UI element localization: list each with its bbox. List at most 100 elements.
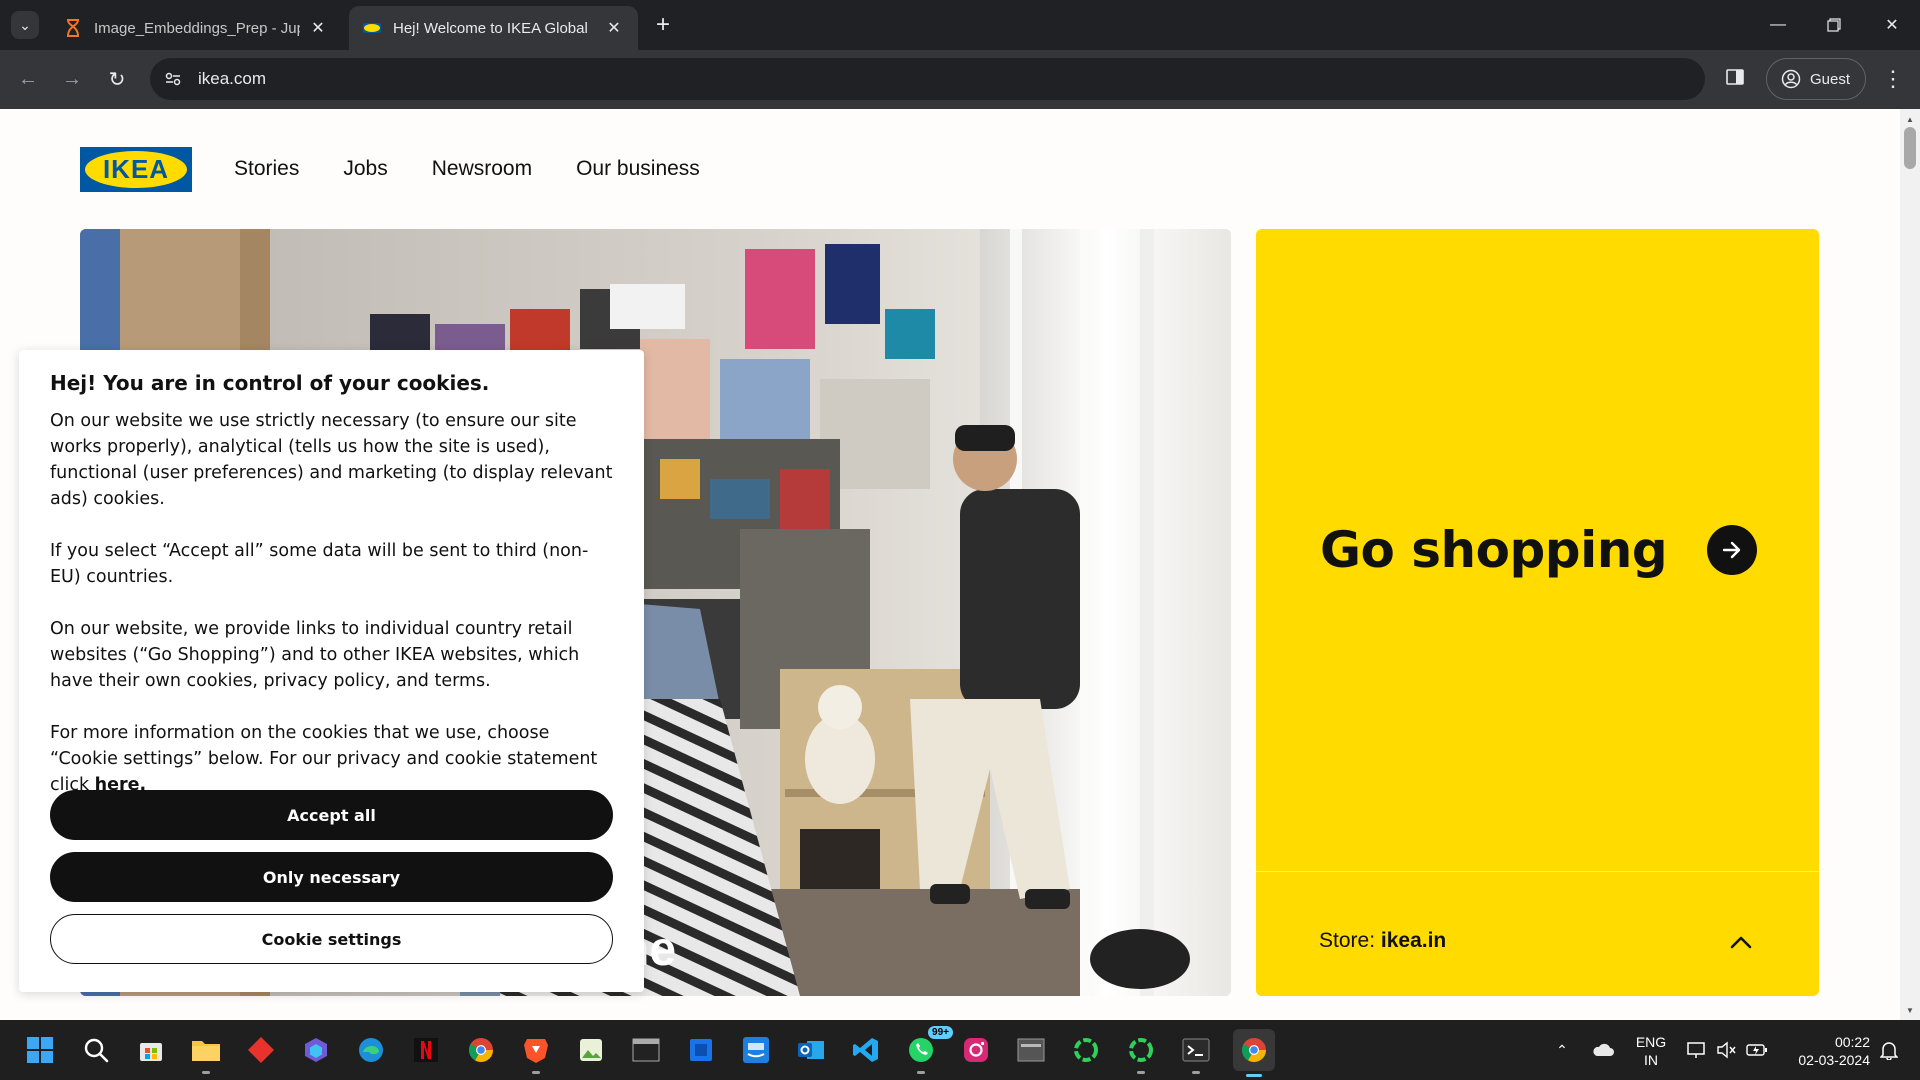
scroll-up-icon[interactable]: ▲ (1900, 111, 1920, 127)
loading-ring-icon (1129, 1038, 1153, 1062)
scroll-down-icon[interactable]: ▼ (1900, 1002, 1920, 1018)
nav-link-jobs[interactable]: Jobs (343, 157, 387, 181)
hourglass-icon (64, 19, 82, 37)
start-button[interactable] (22, 1032, 58, 1068)
taskbar-file-explorer[interactable] (188, 1032, 224, 1074)
minimize-icon: — (1770, 16, 1786, 33)
new-tab-button[interactable]: + (650, 11, 676, 38)
taskbar-spinner-app-2[interactable] (1123, 1032, 1159, 1074)
prime-video-icon (743, 1037, 769, 1063)
ikea-logo[interactable]: IKEA (80, 147, 192, 192)
outlook-icon (798, 1041, 824, 1059)
forward-button[interactable]: → (56, 63, 88, 95)
cookie-heading: Hej! You are in control of your cookies. (50, 371, 490, 395)
go-shopping-arrow-button[interactable] (1707, 525, 1757, 575)
running-indicator (1192, 1071, 1200, 1074)
taskbar-store[interactable] (133, 1032, 169, 1068)
tab-search-button[interactable]: ⌄ (11, 11, 39, 39)
battery-charging-icon (1746, 1044, 1767, 1056)
taskbar-terminal[interactable] (1178, 1032, 1214, 1074)
battery-tray[interactable] (1744, 1020, 1770, 1080)
site-info-icon[interactable] (158, 64, 188, 94)
minimize-button[interactable]: — (1750, 0, 1806, 50)
taskbar-whatsapp[interactable]: 99+ (903, 1026, 953, 1074)
taskbar-brave[interactable] (518, 1032, 554, 1074)
tab-jupyter[interactable]: Image_Embeddings_Prep - Jupy ✕ (50, 6, 342, 50)
tab-ikea[interactable]: Hej! Welcome to IKEA Global ✕ (349, 6, 638, 50)
taskbar-instagram[interactable] (958, 1032, 994, 1068)
notifications-button[interactable] (1876, 1020, 1902, 1080)
cookie-paragraph-3: On our website, we provide links to indi… (50, 619, 580, 691)
taskbar-edge[interactable] (353, 1032, 389, 1068)
network-tray[interactable] (1684, 1020, 1710, 1080)
taskbar-app-blue[interactable] (683, 1032, 719, 1068)
store-value: ikea.in (1380, 929, 1447, 952)
copilot-icon (305, 1038, 327, 1062)
taskbar-vscode[interactable] (848, 1032, 884, 1068)
only-necessary-button[interactable]: Only necessary (50, 852, 613, 902)
side-panel-button[interactable] (1725, 67, 1747, 89)
arrow-right-icon (1722, 541, 1741, 559)
instagram-icon (964, 1038, 988, 1062)
profile-button[interactable]: Guest (1766, 58, 1866, 100)
taskbar-prime-video[interactable] (738, 1032, 774, 1068)
clock-time: 00:22 (1834, 1034, 1870, 1050)
running-indicator (202, 1071, 210, 1074)
taskbar-chrome-active[interactable] (1233, 1029, 1275, 1077)
profile-label: Guest (1810, 70, 1851, 88)
terminal-icon (1182, 1038, 1210, 1062)
netflix-icon (414, 1038, 438, 1062)
folder-icon (192, 1041, 220, 1061)
taskbar-app-red[interactable] (243, 1032, 279, 1068)
address-bar[interactable]: ikea.com (150, 58, 1705, 100)
whatsapp-icon (909, 1038, 933, 1062)
onedrive-tray[interactable] (1588, 1020, 1618, 1080)
search-button[interactable] (78, 1032, 114, 1068)
arrow-left-icon: ← (18, 67, 38, 90)
close-window-button[interactable]: ✕ (1864, 0, 1920, 50)
url-text: ikea.com (198, 69, 267, 88)
taskbar-chrome[interactable] (463, 1032, 499, 1068)
web-page: IKEA Stories Jobs Newsroom Our business (0, 109, 1900, 1020)
taskbar-image-app[interactable] (573, 1032, 609, 1068)
taskbar-copilot[interactable] (298, 1032, 334, 1068)
store-selector[interactable]: Store: ikea.in (1319, 929, 1446, 953)
reload-button[interactable]: ↻ (101, 63, 133, 95)
taskbar-outlook[interactable] (793, 1032, 829, 1068)
running-indicator (532, 1071, 540, 1074)
taskbar-netflix[interactable] (408, 1032, 444, 1068)
search-icon (84, 1038, 109, 1063)
input-language-indicator[interactable]: ENG IN (1632, 1033, 1670, 1069)
volume-tray[interactable] (1714, 1020, 1738, 1080)
nav-link-stories[interactable]: Stories (234, 157, 299, 181)
nav-link-newsroom[interactable]: Newsroom (432, 157, 532, 181)
cookie-settings-button[interactable]: Cookie settings (50, 914, 613, 964)
scrollbar-thumb[interactable] (1904, 127, 1916, 169)
cookie-paragraph-2: If you select “Accept all” some data wil… (50, 541, 589, 587)
store-label: Store: (1319, 929, 1376, 952)
system-clock[interactable]: 00:22 02-03-2024 (1780, 1033, 1870, 1069)
restore-button[interactable] (1806, 0, 1862, 50)
close-tab-icon[interactable]: ✕ (308, 18, 328, 38)
cookie-paragraph-1: On our website we use strictly necessary… (50, 411, 613, 509)
taskbar-spinner-app-1[interactable] (1068, 1032, 1104, 1068)
browser-menu-button[interactable]: ⋮ (1880, 64, 1906, 94)
show-hidden-icons-button[interactable]: ⌃ (1550, 1020, 1574, 1080)
go-shopping-title: Go shopping (1320, 521, 1668, 579)
go-shopping-card[interactable]: Go shopping Store: ikea.in (1256, 229, 1819, 996)
close-tab-icon[interactable]: ✕ (604, 18, 624, 38)
kebab-menu-icon: ⋮ (1882, 66, 1904, 91)
taskbar-app-window[interactable] (1013, 1032, 1049, 1068)
region-code: IN (1644, 1052, 1658, 1068)
back-button[interactable]: ← (12, 63, 44, 95)
profile-icon (1781, 69, 1801, 89)
loading-ring-icon (1074, 1038, 1098, 1062)
close-icon: ✕ (1885, 17, 1899, 34)
taskbar-terminal-window[interactable] (628, 1032, 664, 1068)
store-toggle-button[interactable] (1726, 927, 1756, 957)
accept-all-button[interactable]: Accept all (50, 790, 613, 840)
nav-link-our-business[interactable]: Our business (576, 157, 700, 181)
tab-strip: ⌄ Image_Embeddings_Prep - Jupy ✕ Hej! We… (0, 0, 1920, 50)
page-scrollbar[interactable]: ▲ ▼ (1900, 109, 1920, 1020)
site-navigation: Stories Jobs Newsroom Our business (234, 157, 744, 181)
